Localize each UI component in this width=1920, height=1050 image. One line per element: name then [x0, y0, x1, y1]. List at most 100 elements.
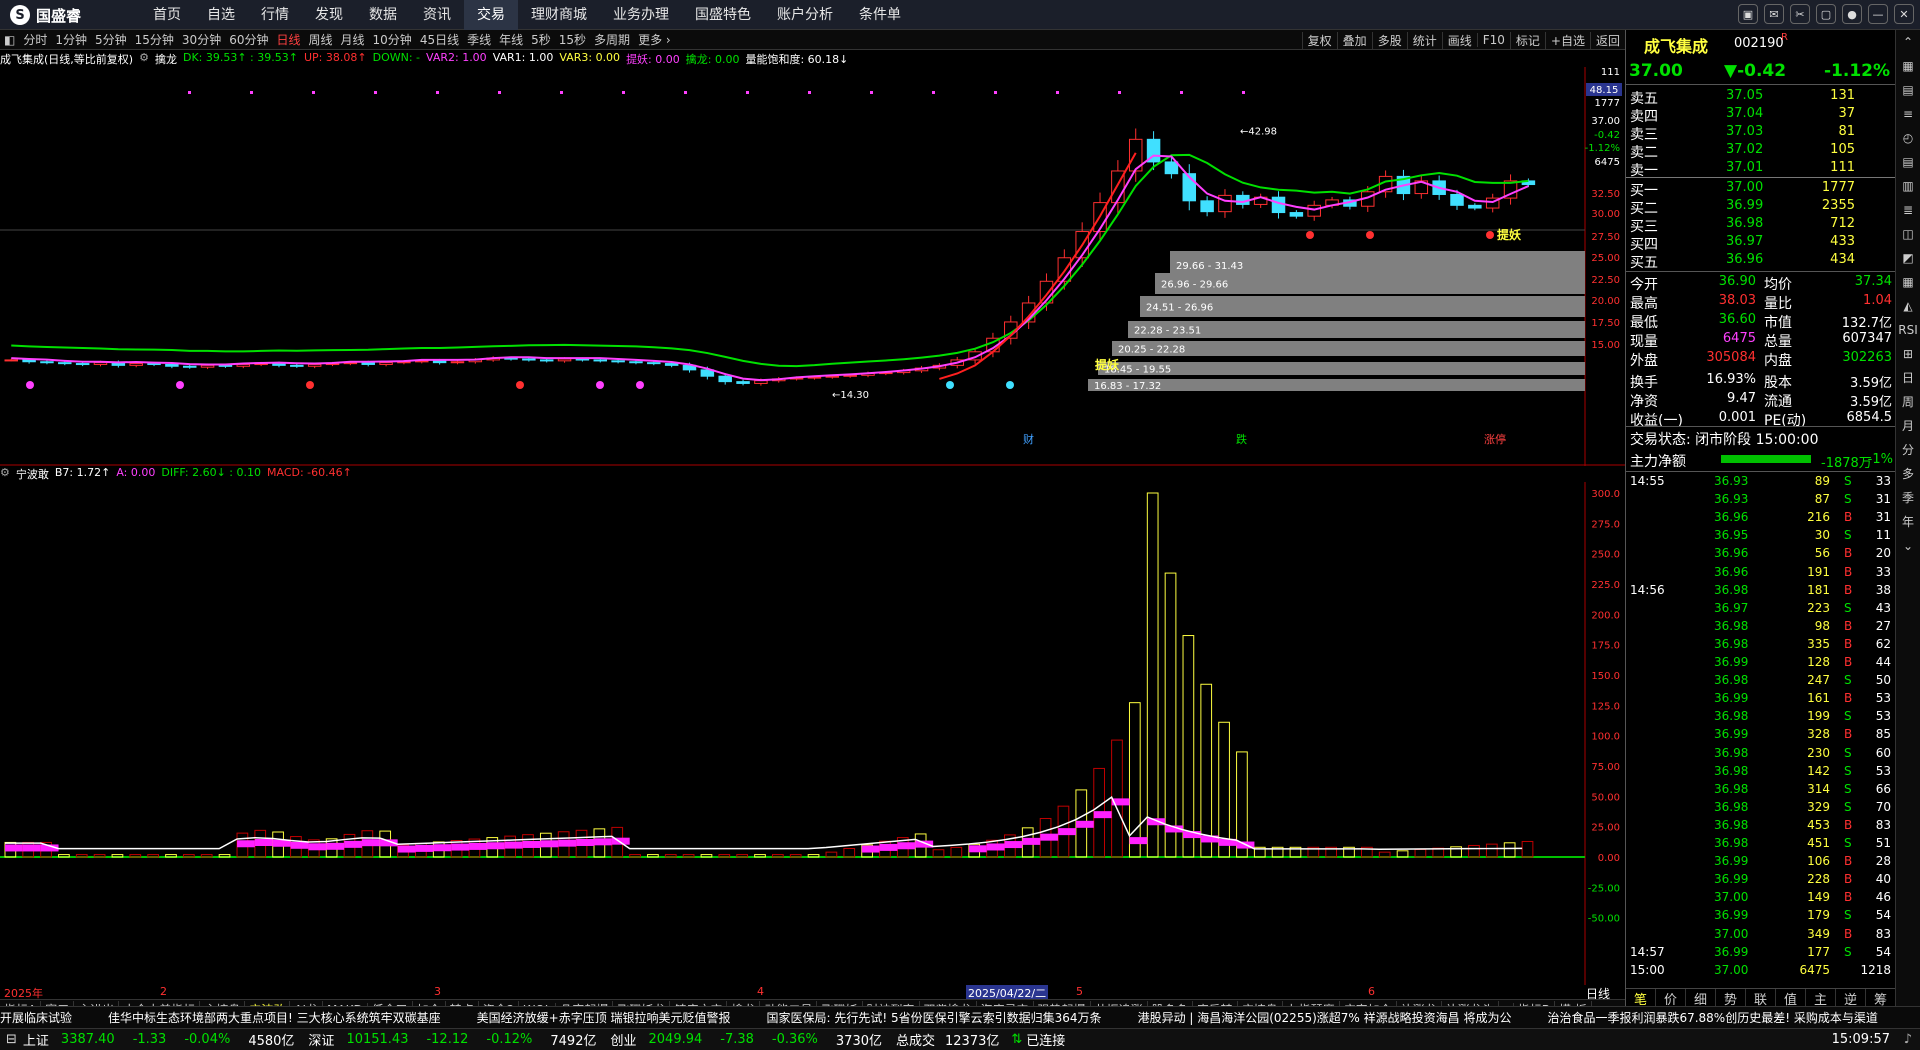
panel-tab[interactable]: 筹 [1866, 989, 1896, 1008]
period-2[interactable]: 5分钟 [91, 31, 131, 48]
toolbar-btn-3[interactable]: 统计 [1406, 31, 1442, 49]
ask-price[interactable]: 37.05 [1726, 88, 1763, 103]
period-3[interactable]: 15分钟 [131, 31, 178, 48]
period-1[interactable]: 1分钟 [51, 31, 91, 48]
bid-price[interactable]: 37.00 [1726, 180, 1763, 195]
menu-item[interactable]: 数据 [356, 0, 410, 30]
side-tab[interactable]: ▤ [1896, 78, 1920, 102]
toolbar-btn-0[interactable]: 复权 [1301, 31, 1337, 49]
period-12[interactable]: 年线 [495, 31, 527, 48]
panel-tab[interactable]: 值 [1776, 989, 1806, 1008]
bid-price[interactable]: 36.99 [1726, 198, 1763, 213]
menu-item[interactable]: 理财商城 [518, 0, 600, 30]
ticker-item[interactable]: 港股异动 | 海昌海洋公园(02255)涨超7% 祥源战略投资海昌 将成为公 [1138, 1011, 1512, 1025]
menu-item[interactable]: 资讯 [410, 0, 464, 30]
toolbar-btn-6[interactable]: 标记 [1509, 31, 1545, 49]
toolbar-btn-2[interactable]: 多股 [1371, 31, 1407, 49]
side-tab[interactable]: ⌃ [1896, 30, 1920, 54]
period-8[interactable]: 月线 [337, 31, 369, 48]
period-16[interactable]: 更多 › [634, 31, 675, 48]
menu-item[interactable]: 账户分析 [764, 0, 846, 30]
toolbar-btn-4[interactable]: 画线 [1441, 31, 1477, 49]
side-tab[interactable]: 年 [1896, 510, 1920, 534]
indicator-name[interactable]: 擒龙 [155, 51, 177, 67]
side-tab[interactable]: 周 [1896, 390, 1920, 414]
side-tab[interactable]: ▦ [1896, 54, 1920, 78]
menu-item[interactable]: 发现 [302, 0, 356, 30]
sub-ind-name[interactable]: 宁波敢 [16, 466, 49, 482]
window-control-icon[interactable]: ✕ [1894, 4, 1914, 24]
side-tab[interactable]: ▦ [1896, 270, 1920, 294]
ticker-item[interactable]: 佳华中标生态环境部两大重点项目! 三大核心系统筑牢双碳基座 [108, 1011, 441, 1025]
toolbar-btn-1[interactable]: 叠加 [1336, 31, 1372, 49]
side-tab[interactable]: 季 [1896, 486, 1920, 510]
toolbar-btn-8[interactable]: 返回 [1589, 31, 1625, 49]
bid-price[interactable]: 36.98 [1726, 216, 1763, 231]
period-7[interactable]: 周线 [305, 31, 337, 48]
side-tab[interactable]: 月 [1896, 414, 1920, 438]
period-11[interactable]: 季线 [463, 31, 495, 48]
side-tab[interactable]: 多 [1896, 462, 1920, 486]
side-tab[interactable]: ≣ [1896, 198, 1920, 222]
period-13[interactable]: 5秒 [527, 31, 555, 48]
window-control-icon[interactable]: ● [1842, 4, 1862, 24]
ask-price[interactable]: 37.04 [1726, 106, 1763, 121]
bell-icon[interactable]: ♪ [1904, 1032, 1912, 1047]
panel-tab[interactable]: 价 [1656, 989, 1686, 1008]
settings-icon[interactable]: ⚙ [139, 51, 149, 67]
price-chart[interactable]: 29.66 - 31.43 26.96 - 29.66 24.51 - 26.96 2… [0, 67, 1625, 466]
side-tab[interactable]: ◴ [1896, 126, 1920, 150]
ask-price[interactable]: 37.02 [1726, 142, 1763, 157]
period-15[interactable]: 多周期 [590, 31, 634, 48]
panel-tab[interactable]: 主 [1806, 989, 1836, 1008]
toolbar-btn-5[interactable]: F10 [1476, 33, 1510, 47]
ask-price[interactable]: 37.03 [1726, 124, 1763, 139]
toolbar-btn-7[interactable]: +自选 [1544, 31, 1590, 49]
period-5[interactable]: 60分钟 [225, 31, 272, 48]
side-tab[interactable]: ◭ [1896, 294, 1920, 318]
period-0[interactable]: 分时 [19, 31, 51, 48]
ticker-item[interactable]: 治治食品一季报利润暴跌67.88%创历史最差! 采购成本与渠道 [1547, 1011, 1877, 1025]
side-tab[interactable]: ⌄ [1896, 534, 1920, 558]
side-tab[interactable]: ◫ [1896, 222, 1920, 246]
sub-settings-icon[interactable]: ⚙ [0, 466, 10, 482]
panel-tab[interactable]: 细 [1686, 989, 1716, 1008]
period-9[interactable]: 10分钟 [369, 31, 416, 48]
window-control-icon[interactable]: — [1868, 4, 1888, 24]
panel-tab[interactable]: 势 [1716, 989, 1746, 1008]
period-6[interactable]: 日线 [272, 31, 304, 48]
ask-price[interactable]: 37.01 [1726, 160, 1763, 175]
ticker-item[interactable]: 开展临床试验 [0, 1011, 72, 1025]
panel-tab[interactable]: 联 [1746, 989, 1776, 1008]
period-14[interactable]: 15秒 [555, 31, 590, 48]
app-logo[interactable]: S 国盛睿 [10, 4, 81, 26]
side-tab[interactable]: ⊞ [1896, 342, 1920, 366]
menu-item[interactable]: 自选 [194, 0, 248, 30]
side-tab[interactable]: 分 [1896, 438, 1920, 462]
menu-item[interactable]: 行情 [248, 0, 302, 30]
ticker-item[interactable]: 美国经济放缓+赤字压顶 瑞银拉响美元贬值警报 [477, 1011, 731, 1025]
bid-price[interactable]: 36.97 [1726, 234, 1763, 249]
side-tab[interactable]: ◩ [1896, 246, 1920, 270]
window-control-icon[interactable]: ✉ [1764, 4, 1784, 24]
news-ticker[interactable]: 开展临床试验 佳华中标生态环境部两大重点项目! 三大核心系统筑牢双碳基座 美国经济放… [0, 1006, 1920, 1028]
bid-price[interactable]: 36.96 [1726, 252, 1763, 267]
side-tab[interactable]: RSI [1896, 318, 1920, 342]
sub-indicator-chart[interactable]: 300.0 275.0 250.0 225.0 200.0 175.0 150.0 125.0… [0, 482, 1625, 985]
menu-item[interactable]: 国盛特色 [682, 0, 764, 30]
menu-item[interactable]: 首页 [140, 0, 194, 30]
menu-item[interactable]: 条件单 [846, 0, 914, 30]
side-tab[interactable]: ▥ [1896, 174, 1920, 198]
ticker-item[interactable]: 国家医保局: 先行先试! 5省份医保引擎云索引数据归集364万条 [767, 1011, 1102, 1025]
side-tab[interactable]: ≡ [1896, 102, 1920, 126]
panel-tab[interactable]: 逆 [1836, 989, 1866, 1008]
side-tab[interactable]: ▤ [1896, 150, 1920, 174]
market-icon[interactable]: ⊟ [0, 1032, 23, 1047]
menu-item[interactable]: 交易 [464, 0, 518, 30]
window-control-icon[interactable]: ▢ [1816, 4, 1836, 24]
side-tab[interactable]: 日 [1896, 366, 1920, 390]
period-4[interactable]: 30分钟 [178, 31, 225, 48]
menu-item[interactable]: 业务办理 [600, 0, 682, 30]
period-menu-icon[interactable]: ◧ [0, 33, 19, 47]
window-control-icon[interactable]: ▣ [1738, 4, 1758, 24]
